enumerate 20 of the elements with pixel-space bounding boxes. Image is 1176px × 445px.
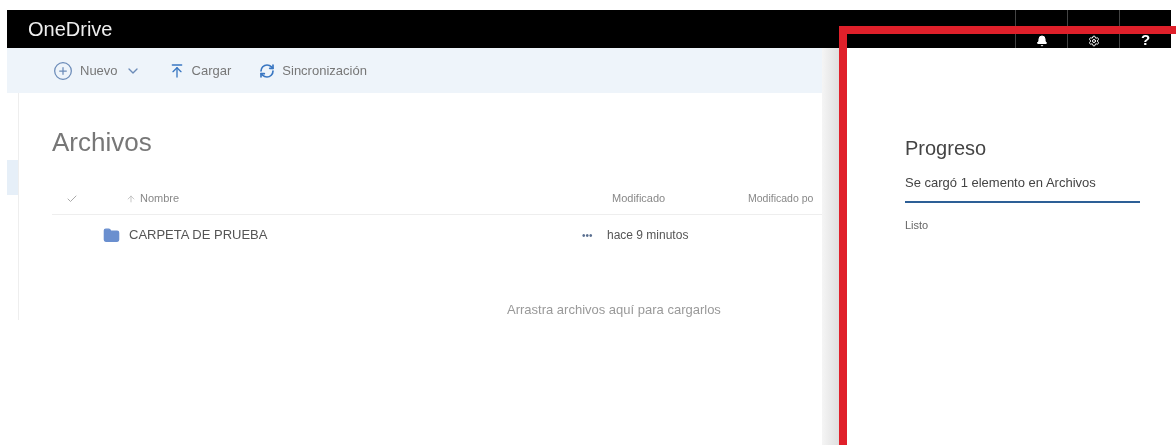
page-title: Archivos — [52, 129, 152, 155]
column-header[interactable]: Modificado — [612, 190, 748, 207]
upload-button[interactable]: Cargar — [168, 60, 232, 81]
app-title: OneDrive — [28, 17, 113, 42]
progress-status: Listo — [905, 217, 930, 233]
plus-icon — [53, 60, 73, 81]
progress-message: Se cargó 1 elemento en Archivos — [905, 174, 1097, 192]
column-header[interactable]: Nombre — [126, 190, 612, 207]
more-button[interactable]: ••• — [582, 227, 607, 243]
new-button[interactable]: Nuevo — [53, 60, 141, 81]
drop-hint: Arrastra archivos aquí para cargarlos — [507, 302, 721, 317]
folder-icon — [103, 226, 120, 244]
settings-icon — [1087, 35, 1100, 47]
sync-button[interactable]: Sincronización — [259, 60, 367, 81]
modified-date: hace 9 minutos — [607, 227, 689, 244]
column-header[interactable]: Modificado po — [748, 190, 814, 207]
file-name[interactable]: CARPETA DE PRUEBA — [129, 225, 582, 245]
panel-title: Progreso — [905, 136, 988, 161]
sync-icon — [259, 62, 276, 79]
sort-arrow-icon — [126, 193, 136, 204]
